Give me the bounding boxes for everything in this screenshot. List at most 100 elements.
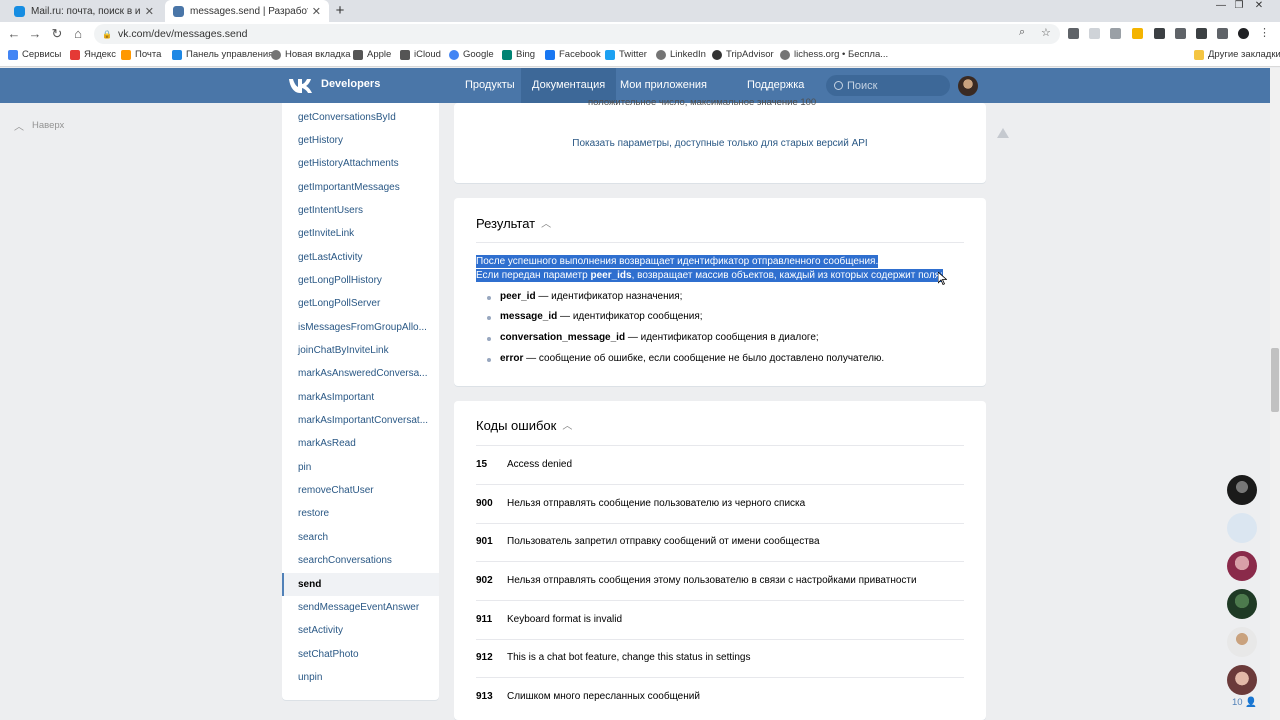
- menu-icon[interactable]: ⋮: [1259, 28, 1270, 39]
- bookmark-new-tab[interactable]: Новая вкладка: [271, 49, 350, 60]
- url-field[interactable]: 🔒 vk.com/dev/messages.send: [94, 24, 1060, 44]
- bookmark-bing[interactable]: Bing: [502, 49, 535, 60]
- vk-logo-icon[interactable]: [288, 77, 312, 93]
- sidebar-item[interactable]: getLastActivity: [282, 246, 439, 269]
- forward-icon[interactable]: →: [27, 26, 43, 42]
- other-bookmarks[interactable]: Другие закладки: [1194, 49, 1280, 60]
- restore-icon[interactable]: ❐: [1231, 0, 1247, 12]
- bookmark-star-icon[interactable]: ☆: [1041, 26, 1051, 39]
- sidebar-item[interactable]: setActivity: [282, 619, 439, 642]
- chat-avatar[interactable]: [1227, 551, 1257, 581]
- bookmark-services[interactable]: Сервисы: [8, 49, 61, 60]
- sidebar-item[interactable]: removeChatUser: [282, 479, 439, 502]
- sidebar-item[interactable]: restore: [282, 502, 439, 525]
- sidebar-item[interactable]: getLongPollServer: [282, 292, 439, 315]
- sidebar-item[interactable]: markAsAnsweredConversa...: [282, 362, 439, 385]
- extension-icon[interactable]: [1196, 28, 1207, 39]
- avatar[interactable]: [958, 76, 978, 96]
- bookmark-linkedin[interactable]: LinkedIn: [656, 49, 706, 60]
- show-old-params-link[interactable]: Показать параметры, доступные только для…: [454, 138, 986, 149]
- chat-avatar[interactable]: [1227, 513, 1257, 543]
- result-line-1: После успешного выполнения возвращает ид…: [476, 255, 879, 268]
- sidebar-item[interactable]: search: [282, 526, 439, 549]
- extension-icon[interactable]: [1132, 28, 1143, 39]
- bookmark-apple[interactable]: Apple: [353, 49, 391, 60]
- bullet: [487, 358, 491, 362]
- sidebar-item[interactable]: sendMessageEventAnswer: [282, 596, 439, 619]
- tab-title: messages.send | Разработчикам: [190, 5, 308, 17]
- tab-messages-send[interactable]: messages.send | Разработчикам ✕: [165, 0, 329, 22]
- chats-count[interactable]: 10 👤: [1232, 697, 1257, 708]
- minimize-icon[interactable]: —: [1213, 0, 1229, 12]
- twitter-icon: [605, 49, 615, 60]
- sidebar-item[interactable]: unpin: [282, 666, 439, 689]
- chevron-up-icon: ︿: [14, 122, 24, 133]
- bookmark-lichess[interactable]: lichess.org • Беспла...: [780, 49, 888, 60]
- error-text: Нельзя отправлять сообщения этому пользо…: [507, 575, 917, 586]
- error-code: 15: [476, 459, 488, 470]
- close-tab-icon[interactable]: ✕: [145, 5, 154, 18]
- search-input[interactable]: Поиск: [826, 75, 950, 96]
- extension-icon[interactable]: [1089, 28, 1100, 39]
- tab-mailru[interactable]: Mail.ru: почта, поиск в интернете ✕: [6, 0, 162, 22]
- zoom-icon[interactable]: ⌕: [1019, 26, 1025, 39]
- bookmark-google[interactable]: Google: [449, 49, 494, 60]
- chat-avatar[interactable]: [1227, 475, 1257, 505]
- bookmark-facebook[interactable]: Facebook: [545, 49, 601, 60]
- profile-icon[interactable]: [1238, 28, 1249, 39]
- window-close-icon[interactable]: ✕: [1251, 0, 1267, 12]
- chat-avatar[interactable]: [1227, 627, 1257, 657]
- reload-icon[interactable]: ↻: [49, 26, 65, 42]
- bookmark-panel[interactable]: Панель управления: [172, 49, 273, 60]
- bookmark-yandex[interactable]: Яндекс: [70, 49, 116, 60]
- sidebar-item[interactable]: pin: [282, 456, 439, 479]
- tripadvisor-icon: [712, 49, 722, 60]
- sidebar-item[interactable]: getLongPollHistory: [282, 269, 439, 292]
- back-icon[interactable]: ←: [6, 26, 22, 42]
- result-line-2: Если передан параметр peer_ids, возвраща…: [476, 269, 943, 282]
- extension-icon[interactable]: [1154, 28, 1165, 39]
- puzzle-icon[interactable]: [1217, 28, 1228, 39]
- sidebar-item[interactable]: markAsImportantConversat...: [282, 409, 439, 432]
- sidebar-item[interactable]: getConversationsById: [282, 106, 439, 129]
- report-icon[interactable]: [997, 128, 1009, 138]
- chat-avatar[interactable]: [1227, 665, 1257, 695]
- error-text: Нельзя отправлять сообщение пользователю…: [507, 498, 806, 509]
- sidebar-item-send[interactable]: send: [282, 573, 439, 596]
- bookmark-twitter[interactable]: Twitter: [605, 49, 647, 60]
- extension-icon[interactable]: [1175, 28, 1186, 39]
- sidebar-item[interactable]: getImportantMessages: [282, 176, 439, 199]
- bookmark-pochta[interactable]: Почта: [121, 49, 161, 60]
- section-header[interactable]: Коды ошибок ︿: [476, 418, 572, 433]
- chat-avatar[interactable]: [1227, 589, 1257, 619]
- sidebar-item[interactable]: getIntentUsers: [282, 199, 439, 222]
- back-to-top[interactable]: ︿ Наверх: [14, 118, 64, 133]
- nav-products[interactable]: Продукты: [454, 68, 526, 103]
- section-header[interactable]: Результат ︿: [476, 216, 551, 231]
- divider: [476, 677, 964, 678]
- sidebar-item[interactable]: getInviteLink: [282, 222, 439, 245]
- address-bar: ← → ↻ ⌂ 🔒 vk.com/dev/messages.send ⌕ ☆: [0, 22, 1280, 46]
- bookmark-tripadvisor[interactable]: TripAdvisor: [712, 49, 774, 60]
- new-tab-button[interactable]: +: [332, 3, 348, 19]
- extension-icon[interactable]: [1068, 28, 1079, 39]
- sidebar-item[interactable]: searchConversations: [282, 549, 439, 572]
- sidebar-item[interactable]: joinChatByInviteLink: [282, 339, 439, 362]
- error-code: 912: [476, 652, 493, 663]
- developers-label[interactable]: Developers: [321, 78, 380, 90]
- google-icon: [449, 49, 459, 60]
- sidebar-item[interactable]: getHistoryAttachments: [282, 152, 439, 175]
- scrollbar-thumb[interactable]: [1271, 348, 1279, 412]
- sidebar-item[interactable]: markAsImportant: [282, 386, 439, 409]
- sidebar-item[interactable]: isMessagesFromGroupAllo...: [282, 316, 439, 339]
- sidebar-item[interactable]: getHistory: [282, 129, 439, 152]
- sidebar-item[interactable]: markAsRead: [282, 432, 439, 455]
- sidebar-item[interactable]: setChatPhoto: [282, 643, 439, 666]
- chevron-up-icon: ︿: [541, 219, 552, 230]
- apple-icon: [400, 49, 410, 60]
- home-icon[interactable]: ⌂: [70, 26, 86, 42]
- bookmark-icloud[interactable]: iCloud: [400, 49, 441, 60]
- divider: [476, 561, 964, 562]
- extension-icon[interactable]: [1110, 28, 1121, 39]
- close-tab-icon[interactable]: ✕: [312, 5, 321, 18]
